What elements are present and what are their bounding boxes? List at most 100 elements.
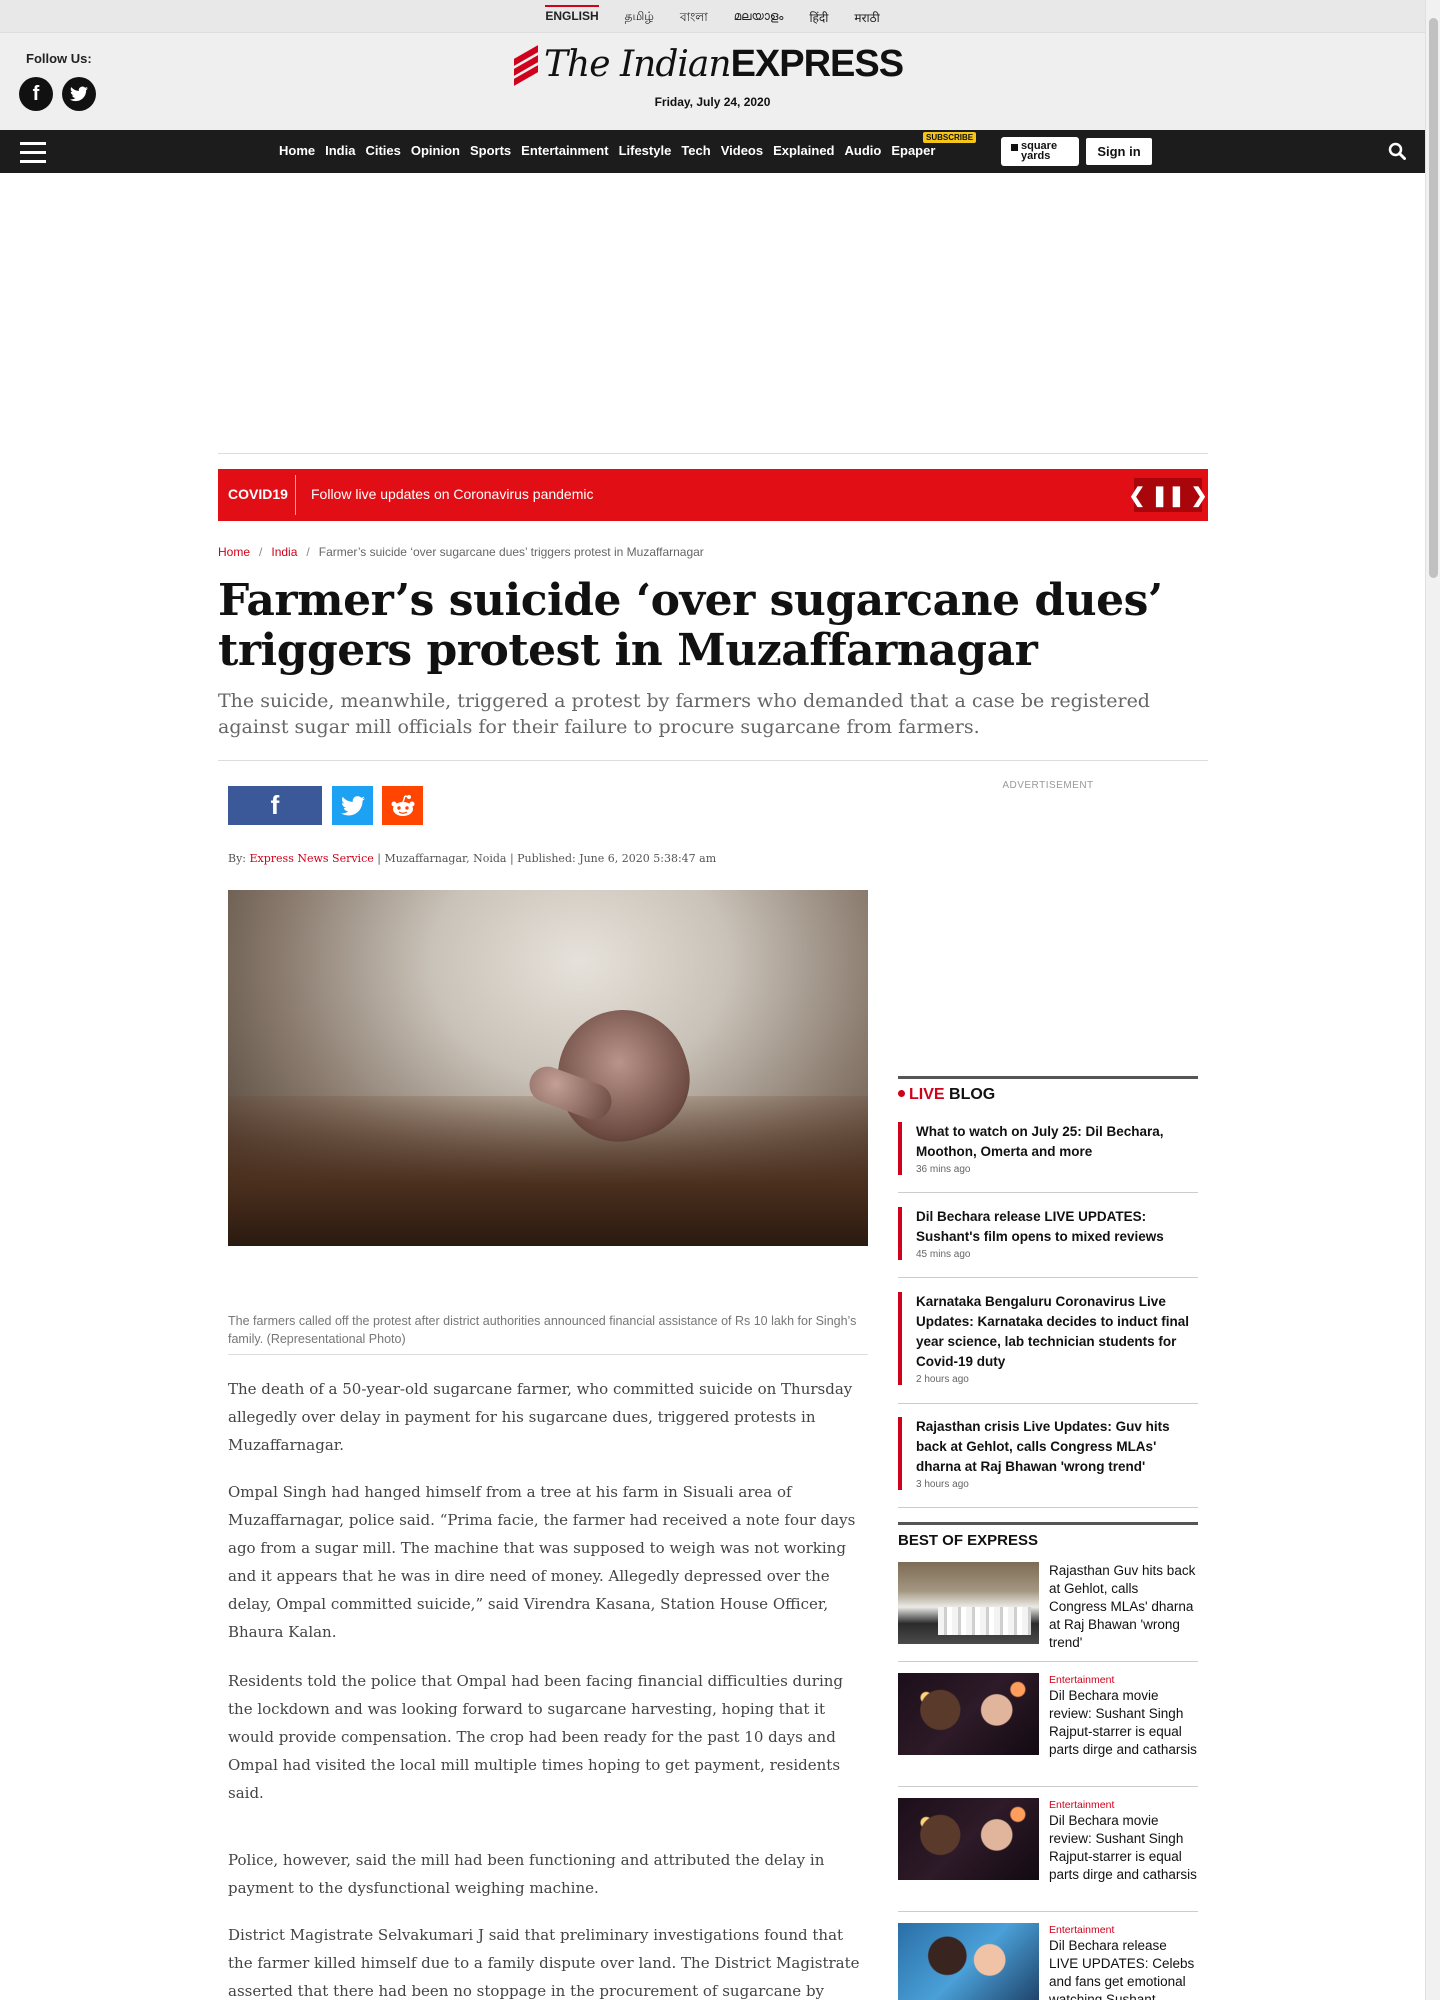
- best-of-item[interactable]: Entertainment Dil Bechara movie review: …: [898, 1798, 1198, 1884]
- live-dot-icon: [898, 1090, 905, 1098]
- breadcrumb-section[interactable]: India: [271, 545, 297, 559]
- ad-divider: [218, 453, 1208, 454]
- blog-label: BLOG: [949, 1086, 996, 1103]
- follow-us-label: Follow Us:: [26, 51, 92, 66]
- covid-separator: [295, 475, 296, 515]
- twitter-bird-icon: [340, 795, 365, 815]
- best-of-thumbnail[interactable]: [898, 1923, 1039, 2000]
- divider: [898, 1786, 1198, 1787]
- page-scrollbar[interactable]: [1425, 0, 1440, 2000]
- lang-marathi[interactable]: मराठी: [854, 9, 879, 29]
- live-blog-time: 2 hours ago: [916, 1374, 969, 1385]
- live-blog-item[interactable]: Dil Bechara release LIVE UPDATES: Sushan…: [898, 1207, 1198, 1260]
- advertisement-label: ADVERTISEMENT: [1002, 780, 1094, 791]
- published-date: Published: June 6, 2020 5:38:47 am: [517, 852, 717, 865]
- article-paragraph: District Magistrate Selvakumari J said t…: [228, 1926, 860, 2000]
- divider: [898, 1277, 1198, 1278]
- live-blog-time: 36 mins ago: [916, 1164, 971, 1175]
- nav-opinion[interactable]: Opinion: [411, 143, 460, 158]
- divider: [898, 1661, 1198, 1662]
- author-link[interactable]: Express News Service: [250, 852, 374, 865]
- site-header: Follow Us: f The Indian EXPRESS Friday, …: [0, 33, 1425, 130]
- article-title: Farmer’s suicide ‘over sugarcane dues’ t…: [218, 575, 1163, 676]
- lang-bangla[interactable]: বাংলা: [680, 9, 708, 29]
- article-image: [228, 890, 868, 1246]
- divider: [898, 1192, 1198, 1193]
- share-facebook-button[interactable]: f: [228, 786, 322, 825]
- subscribe-badge[interactable]: SUBSCRIBE: [923, 132, 977, 143]
- ticker-controls[interactable]: ❮ ❚❚ ❯: [1128, 478, 1208, 512]
- current-date: Friday, July 24, 2020: [654, 95, 771, 109]
- best-of-item[interactable]: Rajasthan Guv hits back at Gehlot, calls…: [898, 1562, 1198, 1652]
- live-blog-time: 3 hours ago: [916, 1479, 969, 1490]
- chevron-left-icon[interactable]: ❮: [1128, 483, 1145, 508]
- search-icon[interactable]: [1388, 142, 1406, 160]
- reddit-icon: [391, 794, 414, 816]
- header-divider: [218, 760, 1208, 761]
- live-blog-item[interactable]: What to watch on July 25: Dil Bechara, M…: [898, 1122, 1198, 1175]
- nav-india[interactable]: India: [325, 143, 355, 158]
- main-nav: Home India Cities Opinion Sports Enterta…: [0, 130, 1425, 173]
- nav-audio[interactable]: Audio: [845, 143, 882, 158]
- nav-videos[interactable]: Videos: [721, 143, 763, 158]
- chevron-right-icon[interactable]: ❯: [1191, 483, 1208, 508]
- article-paragraph: Ompal Singh had hanged himself from a tr…: [228, 1483, 856, 1641]
- breadcrumb-current: Farmer’s suicide ‘over sugarcane dues’ t…: [318, 545, 704, 559]
- live-label: LIVE: [909, 1086, 945, 1103]
- logo-mark-icon: [510, 44, 540, 86]
- live-blog-title[interactable]: Rajasthan crisis Live Updates: Guv hits …: [916, 1417, 1198, 1477]
- article-paragraph: Residents told the police that Ompal had…: [228, 1672, 844, 1802]
- divider: [898, 1403, 1198, 1404]
- menu-icon[interactable]: [20, 142, 46, 169]
- covid-tag: COVID19: [228, 486, 288, 502]
- best-of-item[interactable]: Entertainment Dil Bechara release LIVE U…: [898, 1923, 1198, 2000]
- best-of-item[interactable]: Entertainment Dil Bechara movie review: …: [898, 1673, 1198, 1759]
- language-bar: ENGLISH தமிழ் বাংলা മലയാളം हिंदी मराठी: [0, 0, 1425, 33]
- lang-english[interactable]: ENGLISH: [545, 5, 600, 29]
- live-blog-item[interactable]: Karnataka Bengaluru Coronavirus Live Upd…: [898, 1292, 1198, 1385]
- best-of-express-heading: BEST OF EXPRESS: [898, 1522, 1198, 1549]
- covid-ticker[interactable]: COVID19 Follow live updates on Coronavir…: [218, 469, 1208, 521]
- article-byline: By: Express News Service | Muzaffarnagar…: [228, 852, 717, 865]
- covid-headline[interactable]: Follow live updates on Coronavirus pande…: [311, 486, 593, 502]
- lang-malayalam[interactable]: മലയാളം: [734, 9, 784, 29]
- scrollbar-thumb[interactable]: [1429, 18, 1438, 578]
- best-of-thumbnail[interactable]: [898, 1562, 1039, 1644]
- breadcrumb: Home / India / Farmer’s suicide ‘over sugarc…: [218, 545, 704, 559]
- divider: [898, 1507, 1198, 1508]
- article-synopsis: The suicide, meanwhile, triggered a prot…: [218, 690, 1150, 738]
- byline-prefix: By:: [228, 852, 247, 865]
- nav-lifestyle[interactable]: Lifestyle: [619, 143, 672, 158]
- image-caption: The farmers called off the protest after…: [228, 1312, 868, 1355]
- best-of-thumbnail[interactable]: [898, 1798, 1039, 1880]
- divider: [898, 1911, 1198, 1912]
- live-blog-item[interactable]: Rajasthan crisis Live Updates: Guv hits …: [898, 1417, 1198, 1490]
- breadcrumb-home[interactable]: Home: [218, 545, 250, 559]
- nav-cities[interactable]: Cities: [365, 143, 400, 158]
- live-blog-title[interactable]: Karnataka Bengaluru Coronavirus Live Upd…: [916, 1292, 1198, 1372]
- nav-home[interactable]: Home: [279, 143, 315, 158]
- pause-icon[interactable]: ❚❚: [1151, 483, 1185, 508]
- nav-entertainment[interactable]: Entertainment: [521, 143, 608, 158]
- nav-explained[interactable]: Explained: [773, 143, 834, 158]
- live-blog-heading: LIVE BLOG: [898, 1076, 1198, 1104]
- byline-location: Muzaffarnagar, Noida: [384, 852, 507, 865]
- logo-text-the: The Indian: [544, 44, 732, 85]
- lang-hindi[interactable]: हिंदी: [809, 9, 828, 29]
- nav-epaper[interactable]: Epaper: [891, 143, 935, 158]
- square-yards-logo[interactable]: square yards: [1001, 137, 1079, 166]
- site-logo[interactable]: The Indian EXPRESS: [510, 43, 905, 86]
- article-paragraph: The death of a 50-year-old sugarcane far…: [228, 1380, 853, 1454]
- article-paragraph: Police, however, said the mill had been …: [228, 1851, 825, 1897]
- share-reddit-button[interactable]: [382, 786, 423, 825]
- signin-button[interactable]: Sign in: [1086, 138, 1152, 165]
- nav-tech[interactable]: Tech: [681, 143, 710, 158]
- lang-tamil[interactable]: தமிழ்: [625, 9, 654, 29]
- best-of-thumbnail[interactable]: [898, 1673, 1039, 1755]
- live-blog-time: 45 mins ago: [916, 1249, 971, 1260]
- nav-sports[interactable]: Sports: [470, 143, 511, 158]
- live-blog-title[interactable]: What to watch on July 25: Dil Bechara, M…: [916, 1122, 1198, 1162]
- live-blog-title[interactable]: Dil Bechara release LIVE UPDATES: Sushan…: [916, 1207, 1198, 1247]
- share-twitter-button[interactable]: [332, 786, 373, 825]
- logo-text-express: EXPRESS: [730, 43, 905, 85]
